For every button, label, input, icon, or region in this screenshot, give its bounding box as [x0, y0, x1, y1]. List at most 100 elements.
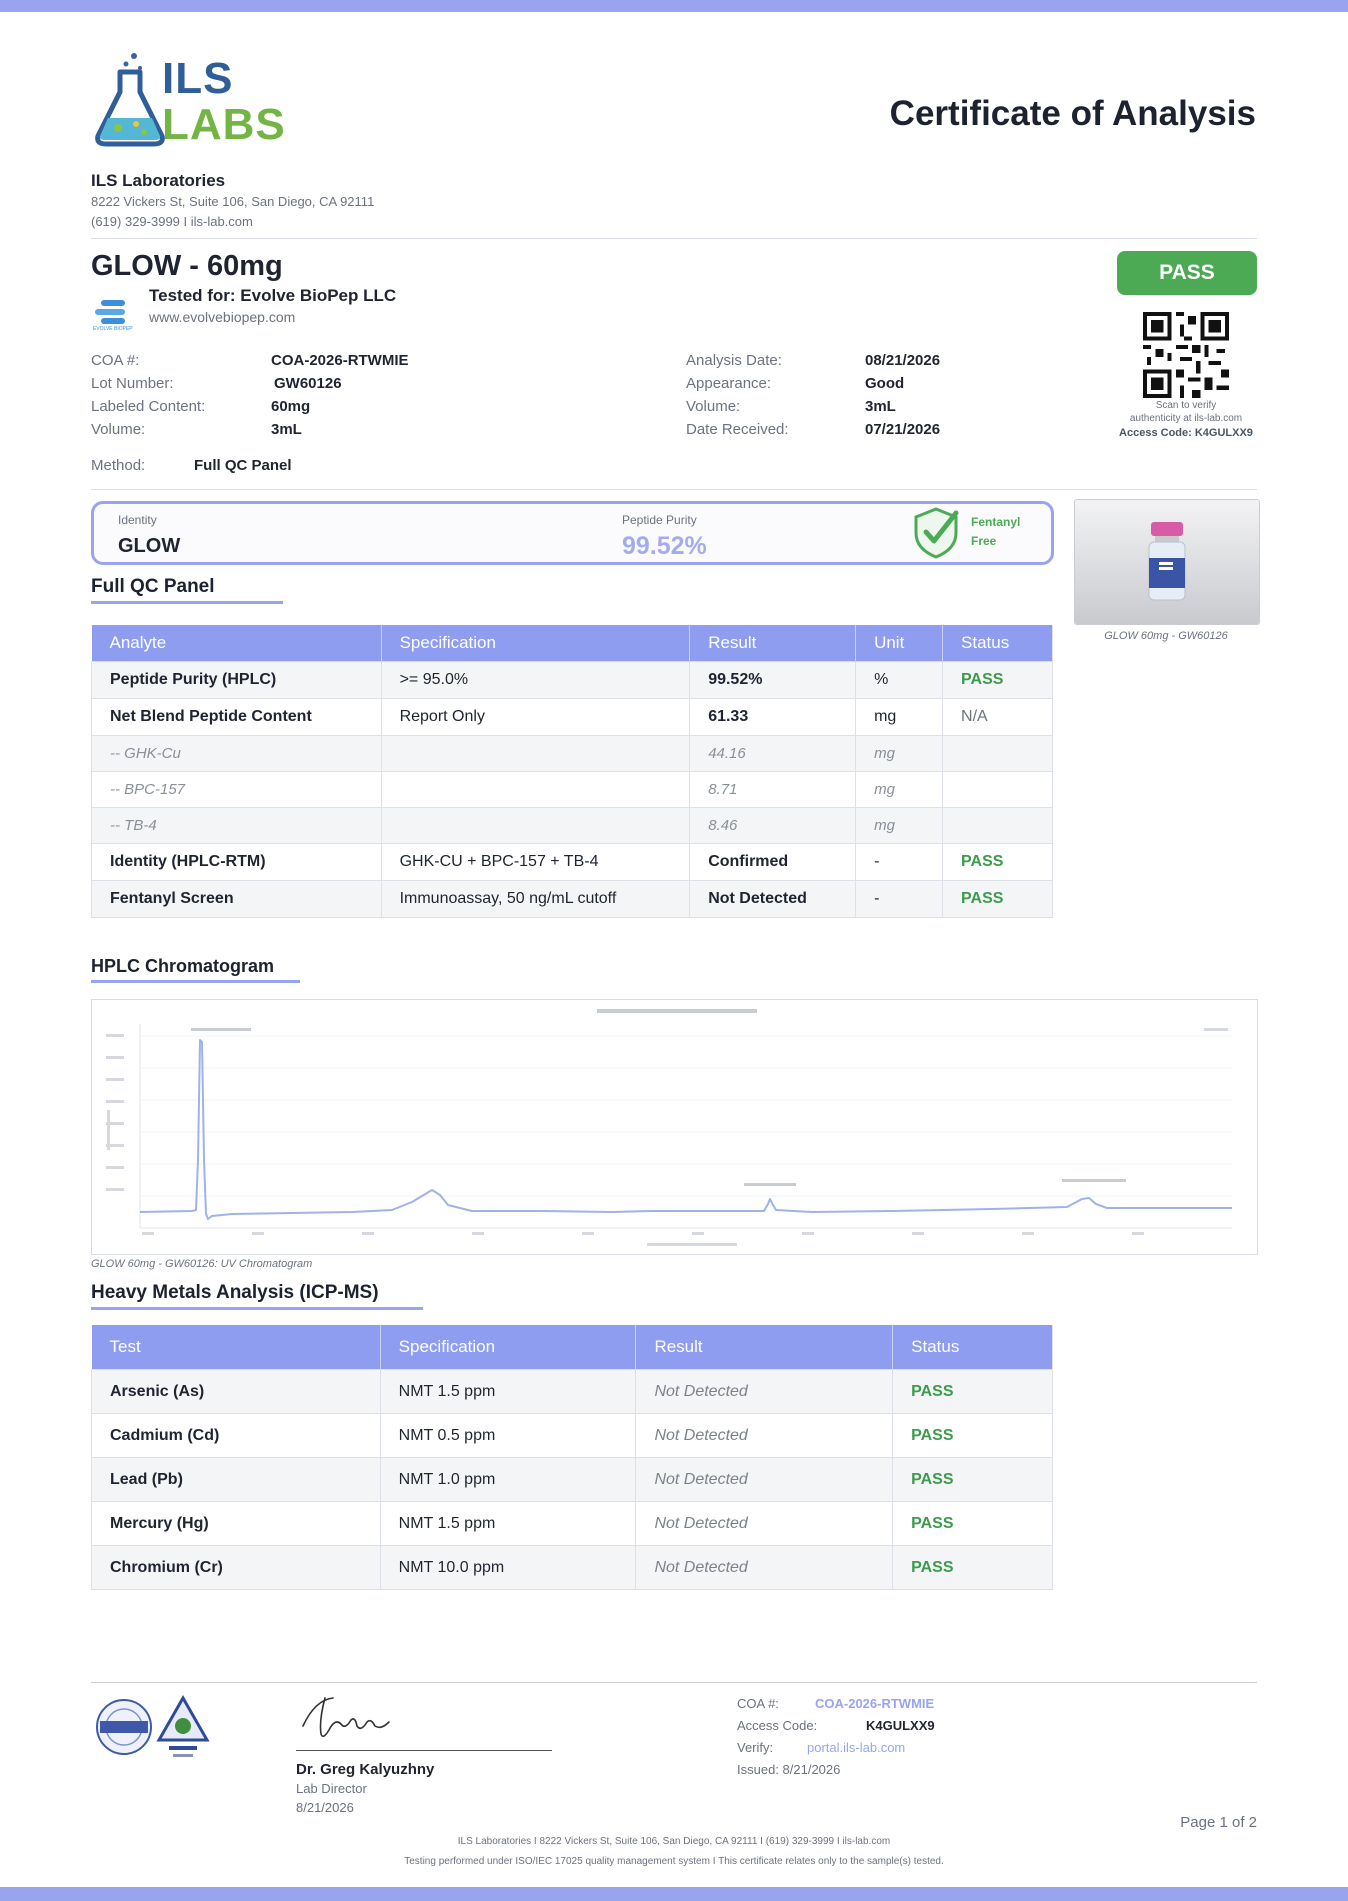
result-cell: Not Detected: [689, 880, 857, 918]
status-cell: PASS: [892, 1501, 1053, 1546]
status-cell: PASS: [892, 1369, 1053, 1414]
heavy-metals-underline: [91, 1307, 423, 1310]
detail-value: 60mg: [271, 398, 311, 415]
result-cell: 61.33: [689, 698, 857, 736]
tested-for: Tested for: Evolve BioPep LLC: [149, 286, 397, 305]
logo-text-labs: LABS: [162, 100, 286, 149]
status-cell: [942, 807, 1053, 844]
heavy-metals-title: Heavy Metals Analysis (ICP-MS): [91, 1282, 379, 1303]
spec-cell: GHK-CU + BPC-157 + TB-4: [381, 843, 691, 881]
chromatogram-title: HPLC Chromatogram: [91, 956, 275, 976]
result-cell: 8.46: [689, 807, 857, 844]
client-url[interactable]: www.evolvebiopep.com: [149, 309, 295, 325]
table-row: Identity (HPLC-RTM) GHK-CU + BPC-157 + T…: [91, 843, 1053, 881]
spec-cell: NMT 0.5 ppm: [380, 1413, 637, 1458]
scan-text-2: authenticity at ils-lab.com: [1129, 413, 1243, 424]
lab-contact: (619) 329-3999 I ils-lab.com: [91, 214, 253, 229]
test-cell: Mercury (Hg): [91, 1501, 381, 1546]
purity-value: 99.52%: [622, 532, 707, 560]
table-row: Fentanyl Screen Immunoassay, 50 ng/mL cu…: [91, 880, 1053, 918]
detail-value: 3mL: [271, 421, 302, 438]
method-value: Full QC Panel: [194, 457, 292, 474]
test-cell: Chromium (Cr): [91, 1545, 381, 1590]
status-cell: [942, 735, 1053, 772]
result-cell: Not Detected: [635, 1369, 894, 1414]
detail-value: 08/21/2026: [865, 352, 941, 369]
detail-label: Appearance:: [686, 375, 772, 392]
photo-caption: GLOW 60mg - GW60126: [1104, 630, 1228, 642]
column-header: Status: [942, 625, 1053, 662]
footer-coa-label: COA #:: [737, 1696, 779, 1711]
unit-cell: -: [855, 880, 944, 918]
analyte-cell: Peptide Purity (HPLC): [91, 661, 382, 699]
heavy-metals-table: Test Specification Result Status Arsenic…: [91, 1325, 1053, 1590]
analyte-cell: Fentanyl Screen: [91, 880, 382, 918]
qc-panel-table: Analyte Specification Result Unit Status…: [91, 625, 1053, 918]
analyte-cell: -- BPC-157: [91, 771, 382, 808]
footer-line-2: Testing performed under ISO/IEC 17025 qu…: [404, 1856, 944, 1867]
spec-cell: NMT 10.0 ppm: [380, 1545, 637, 1590]
analyte-cell: -- GHK-Cu: [91, 735, 382, 772]
unit-cell: mg: [855, 698, 944, 736]
product-photo[interactable]: [1074, 499, 1260, 625]
page-number: Page 1 of 2: [1180, 1814, 1257, 1831]
qc-panel-title: Full QC Panel: [91, 576, 215, 597]
identity-label: Identity: [118, 513, 157, 527]
footer-verify-link[interactable]: portal.ils-lab.com: [807, 1740, 905, 1755]
status-cell: N/A: [942, 698, 1053, 736]
footer-verify-label: Verify:: [737, 1740, 774, 1755]
document-title: Certificate of Analysis: [889, 94, 1256, 133]
result-cell: Not Detected: [635, 1457, 894, 1502]
column-header: Analyte: [91, 625, 382, 662]
detail-value: Good: [865, 375, 905, 392]
status-cell: PASS: [942, 843, 1053, 881]
client-logo: EVOLVE BIOPEP: [93, 298, 137, 334]
unit-cell: mg: [855, 735, 944, 772]
spec-cell: [381, 771, 691, 808]
lab-address: 8222 Vickers St, Suite 106, San Diego, C…: [91, 194, 375, 209]
column-header: Result: [689, 625, 857, 662]
unit-cell: -: [855, 843, 944, 881]
header-divider: [91, 238, 1257, 239]
table-row: -- TB-4 8.46 mg: [91, 807, 1053, 844]
status-cell: PASS: [892, 1457, 1053, 1502]
result-cell: Not Detected: [635, 1545, 894, 1590]
signer-name: Dr. Greg Kalyuzhny: [296, 1761, 435, 1778]
shield-check-icon: [914, 507, 959, 559]
qr-code-icon: [1143, 312, 1229, 398]
column-header: Unit: [855, 625, 944, 662]
flask-icon: [95, 53, 165, 147]
scan-text-1: Scan to verify: [1155, 400, 1217, 411]
identity-value: GLOW: [118, 535, 181, 557]
detail-label: Volume:: [91, 421, 146, 438]
column-header: Test: [91, 1325, 381, 1370]
table-row: Peptide Purity (HPLC) >= 95.0% 99.52% % …: [91, 661, 1053, 699]
signer-title: Lab Director: [296, 1781, 367, 1796]
pass-badge: PASS: [1117, 251, 1257, 295]
status-cell: PASS: [892, 1545, 1053, 1590]
logo-text-ils: ILS: [162, 54, 234, 103]
result-cell: Not Detected: [635, 1501, 894, 1546]
table-row: Arsenic (As) NMT 1.5 ppm Not Detected PA…: [91, 1369, 1053, 1414]
analyte-cell: Identity (HPLC-RTM): [91, 843, 382, 881]
table-row: -- GHK-Cu 44.16 mg: [91, 735, 1053, 772]
table-row: Cadmium (Cd) NMT 0.5 ppm Not Detected PA…: [91, 1413, 1053, 1458]
chromatogram-panel: [91, 999, 1258, 1255]
method-label: Method:: [91, 457, 146, 474]
vial-image: [1075, 500, 1259, 624]
table-row: Lead (Pb) NMT 1.0 ppm Not Detected PASS: [91, 1457, 1053, 1502]
summary-card: Identity GLOW Peptide Purity 99.52% Fent…: [91, 501, 1054, 565]
qr-code[interactable]: [1143, 312, 1229, 398]
purity-label: Peptide Purity: [622, 513, 697, 527]
status-cell: PASS: [942, 661, 1053, 699]
client-logo-text: EVOLVE BIOPEP: [93, 326, 133, 332]
chromatogram-underline: [91, 980, 300, 983]
detail-label: Lot Number:: [91, 375, 174, 392]
unit-cell: %: [855, 661, 944, 699]
qc-panel-underline: [91, 601, 283, 604]
chromatogram-caption: GLOW 60mg - GW60126: UV Chromatogram: [91, 1258, 313, 1270]
bottom-accent-bar: [0, 1887, 1348, 1901]
detail-value: 07/21/2026: [865, 421, 941, 438]
column-header: Status: [892, 1325, 1053, 1370]
footer-access-value: K4GULXX9: [866, 1718, 935, 1733]
